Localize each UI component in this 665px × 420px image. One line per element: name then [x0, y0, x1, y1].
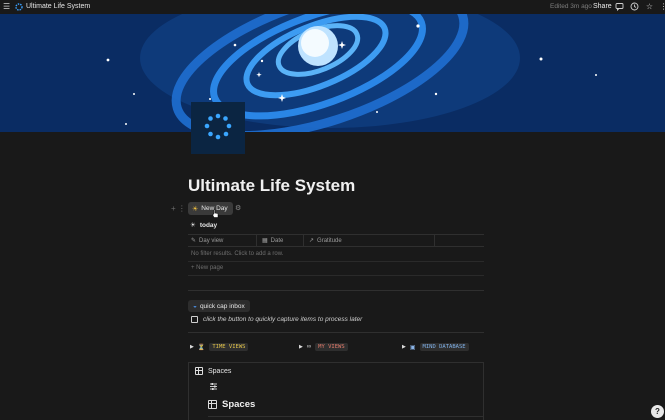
- spaces-header[interactable]: Spaces: [195, 367, 231, 375]
- view-label: today: [199, 221, 218, 229]
- help-button[interactable]: ?: [651, 405, 664, 418]
- calendar-icon: ▦: [262, 238, 268, 244]
- divider: [188, 332, 484, 333]
- todo-text[interactable]: click the button to quickly capture item…: [203, 316, 362, 323]
- table-header: ✎ Day view ▦ Date ↗ Gratitude: [188, 234, 484, 247]
- table-icon: [208, 400, 217, 409]
- column-label: Gratitude: [317, 238, 342, 244]
- cover-image[interactable]: [0, 14, 665, 132]
- toggle-label: TIME VIEWS: [209, 343, 249, 351]
- gear-icon[interactable]: ⚙: [235, 205, 242, 212]
- share-button[interactable]: Share: [593, 2, 612, 12]
- hamburger-menu-icon[interactable]: ☰: [3, 2, 12, 11]
- top-bar: ☰ Ultimate Life System Edited 3m ago Sha…: [0, 0, 665, 14]
- toggle-time-views[interactable]: ▶ ⏳ TIME VIEWS: [190, 343, 249, 351]
- column-header-gratitude[interactable]: ↗ Gratitude: [309, 235, 342, 247]
- spaces-callout: [188, 362, 484, 420]
- triangle-right-icon: ▶: [190, 344, 194, 350]
- glasses-icon: ∞: [306, 344, 312, 350]
- arrow-icon: ↗: [309, 238, 315, 244]
- column-header-date[interactable]: ▦ Date: [262, 235, 283, 247]
- divider: [188, 275, 484, 276]
- sun-icon: ☀: [192, 205, 199, 213]
- comment-icon[interactable]: [615, 2, 624, 12]
- new-page-button[interactable]: + New page: [191, 265, 223, 271]
- sliders-icon[interactable]: [209, 382, 218, 391]
- todo-item: click the button to quickly capture item…: [191, 316, 362, 323]
- divider: [188, 290, 484, 291]
- sun-icon: ☀: [190, 222, 196, 229]
- view-tab-today[interactable]: ☀ today: [190, 221, 218, 230]
- breadcrumb-page-title[interactable]: Ultimate Life System: [26, 2, 90, 12]
- spaces-label: Spaces: [208, 367, 232, 375]
- quick-capture-label: quick cap inbox: [199, 302, 245, 310]
- divider: [208, 416, 484, 417]
- edit-icon: ✎: [191, 238, 197, 244]
- floppy-icon: ▣: [409, 344, 416, 351]
- triangle-right-icon: ▶: [402, 344, 406, 350]
- column-header-day-view[interactable]: ✎ Day view: [191, 235, 223, 247]
- star-icon[interactable]: ☆: [645, 2, 654, 11]
- cap-icon: ◒: [193, 302, 197, 310]
- edited-status: Edited 3m ago: [550, 3, 592, 10]
- page-icon: [15, 3, 23, 11]
- spaces-heading[interactable]: Spaces: [208, 399, 255, 410]
- triangle-right-icon: ▶: [299, 344, 303, 350]
- table-icon: [195, 367, 203, 375]
- empty-filter-message[interactable]: No filter results. Click to add a row.: [191, 251, 283, 257]
- more-icon[interactable]: ⋮: [659, 2, 665, 11]
- page-title[interactable]: Ultimate Life System: [188, 175, 355, 197]
- new-day-button[interactable]: ☀ New Day: [188, 202, 233, 215]
- divider: [188, 261, 484, 262]
- todo-checkbox[interactable]: [191, 316, 198, 323]
- toggle-mind-database[interactable]: ▶ ▣ MIND DATABASE: [402, 343, 469, 351]
- hourglass-icon: ⏳: [197, 344, 206, 351]
- toggle-label: MY VIEWS: [315, 343, 348, 351]
- column-label: Date: [270, 238, 284, 244]
- hand-cursor-icon: [212, 209, 219, 218]
- spaces-heading-text: Spaces: [222, 399, 256, 410]
- clock-icon[interactable]: [630, 2, 639, 11]
- quick-capture-button[interactable]: ◒ quick cap inbox: [188, 300, 250, 312]
- page-icon-tile[interactable]: [191, 102, 245, 154]
- column-label: Day view: [199, 238, 224, 244]
- toggle-my-views[interactable]: ▶ ∞ MY VIEWS: [299, 343, 348, 351]
- toggle-label: MIND DATABASE: [419, 343, 469, 351]
- new-page-label: New page: [196, 265, 224, 271]
